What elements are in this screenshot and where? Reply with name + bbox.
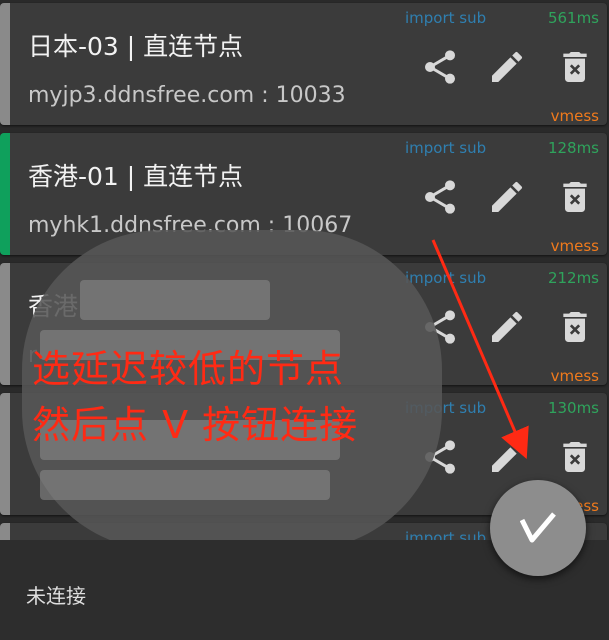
connection-status: 未连接 [26, 584, 86, 608]
connect-button[interactable] [490, 480, 586, 576]
v2ray-connect-icon [520, 512, 556, 543]
